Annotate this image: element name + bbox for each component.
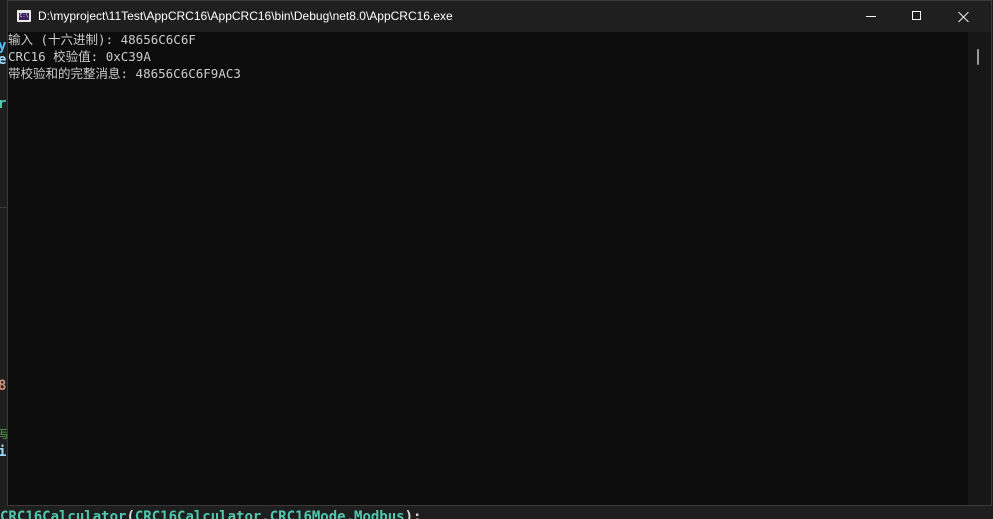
background-editor-fragment: e bbox=[0, 52, 7, 68]
code-token: ); bbox=[404, 509, 422, 519]
background-editor-code-line[interactable]: CRC16Calculator(CRC16Calculator.CRC16Mod… bbox=[0, 506, 993, 519]
console-app-icon-label: C:\ bbox=[19, 13, 29, 20]
console-line: 带校验和的完整消息: 48656C6C6F9AC3 bbox=[8, 66, 241, 81]
background-editor-fragment: 8 bbox=[0, 378, 7, 394]
maximize-icon bbox=[912, 11, 921, 20]
console-output[interactable]: 输入 (十六进制): 48656C6C6F CRC16 校验值: 0xC39A … bbox=[8, 32, 968, 505]
minimize-icon bbox=[866, 16, 876, 17]
console-window[interactable]: C:\ D:\myproject\11Test\AppCRC16\AppCRC1… bbox=[7, 0, 992, 506]
console-app-icon[interactable]: C:\ bbox=[17, 10, 31, 22]
code-token: CRC16Calculator.CRC16Mode.Modbus bbox=[134, 509, 405, 519]
background-editor-fragment: i bbox=[0, 444, 7, 460]
close-icon bbox=[958, 11, 969, 22]
console-line: 输入 (十六进制): 48656C6C6F bbox=[8, 32, 196, 47]
desktop: y e r 8 写 i CRC16Calculator(CRC16Calcula… bbox=[0, 0, 993, 519]
close-button[interactable] bbox=[940, 1, 986, 32]
vertical-scrollbar[interactable] bbox=[968, 32, 991, 505]
minimize-button[interactable] bbox=[848, 1, 894, 32]
title-bar[interactable]: C:\ D:\myproject\11Test\AppCRC16\AppCRC1… bbox=[8, 1, 991, 32]
background-editor-fragment: r bbox=[0, 96, 7, 112]
scrollbar-thumb[interactable] bbox=[977, 49, 979, 65]
code-token: CRC16Calculator bbox=[0, 509, 127, 519]
window-title: D:\myproject\11Test\AppCRC16\AppCRC16\bi… bbox=[38, 9, 453, 23]
code-token: ( bbox=[126, 509, 135, 519]
maximize-button[interactable] bbox=[894, 1, 940, 32]
console-line: CRC16 校验值: 0xC39A bbox=[8, 49, 151, 64]
